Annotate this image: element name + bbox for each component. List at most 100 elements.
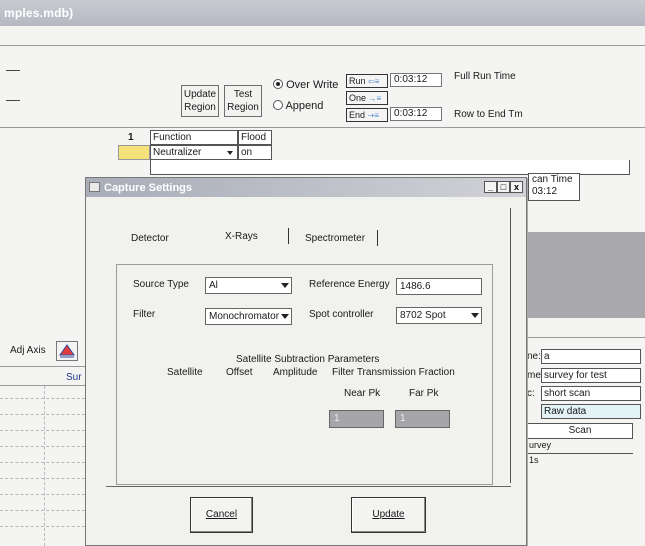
dialog-title-bar[interactable]: Capture Settings _ □ x [86,178,526,197]
dialog-bottom-divider [106,486,511,487]
end-button[interactable]: End ⇢≡ [346,108,388,122]
capture-settings-dialog: Capture Settings _ □ x Detector X-Rays S… [85,177,527,546]
update-button[interactable]: Update [351,497,426,533]
one-button[interactable]: One →≡ [346,91,388,105]
left-row [0,430,85,431]
dialog-title: Capture Settings [104,182,193,194]
full-run-time-field[interactable]: 0:03:12 [390,73,442,87]
close-button[interactable]: x [510,181,523,193]
left-row [0,526,85,527]
full-run-time-label: Full Run Time [454,71,516,82]
tab-separator [288,228,289,244]
left-row [0,462,85,463]
minimize-button[interactable]: _ [484,181,497,193]
amplitude-col-label: Amplitude [273,367,318,378]
one-label: One [349,93,367,103]
far-pk-label: Far Pk [409,388,439,399]
grid-cell-flood[interactable]: on [238,145,272,160]
filter-transmission-label: Filter Transmission Fraction [332,367,455,378]
row-to-end-time-field[interactable]: 0:03:12 [390,107,442,121]
source-type-select[interactable]: Al [205,277,292,294]
offset-col-label: Offset [226,367,253,378]
adj-axis-label: Adj Axis [10,345,46,356]
left-row [0,494,85,495]
test-region-line1: Test [233,89,253,100]
scan-time-cell: can Time 03:12 [528,173,580,201]
left-lower-divider [0,366,85,367]
update-label: Update [372,509,405,520]
reference-energy-input[interactable]: 1486.6 [396,278,482,295]
spot-controller-value: 8702 Spot [400,310,446,321]
menu-divider [0,45,645,46]
right-field-2[interactable]: survey for test [541,368,641,383]
right-scan-row-1[interactable]: urvey [527,440,633,454]
update-region-button[interactable]: Update Region [181,85,219,117]
right-scan-row-2[interactable]: 1s [527,455,633,469]
right-field-4[interactable]: Raw data [541,404,641,419]
append-option[interactable]: Append [273,100,323,112]
run-label: Run [349,76,366,86]
source-type-label: Source Type [133,279,189,290]
left-dash-2 [6,100,20,101]
full-run-time-value: 0:03:12 [394,74,428,85]
grid-col-function: Function [150,130,238,145]
cancel-button[interactable]: Cancel [190,497,253,533]
chevron-down-icon [471,313,479,318]
run-button[interactable]: Run ⇦≡ [346,74,388,88]
filter-value: Monochromator [209,311,280,322]
row-to-end-label: Row to End Tm [454,109,523,120]
dialog-content-border [510,208,511,483]
update-region-line2: Region [184,102,216,113]
right-field-3[interactable]: short scan [541,386,641,401]
reference-energy-label: Reference Energy [309,279,390,290]
maximize-button[interactable]: □ [497,181,510,193]
append-label: Append [285,100,324,112]
overwrite-option[interactable]: Over Write [273,79,338,91]
cancel-label: Cancel [205,509,238,520]
spot-controller-label: Spot controller [309,309,374,320]
chevron-down-icon [281,283,289,288]
right-label-3: c: [527,388,535,399]
near-pk-input[interactable]: 1 [329,410,384,428]
grid-cell-function-value: Neutralizer [153,147,202,158]
tab-xrays[interactable]: X-Rays [225,231,258,242]
axis-icon [59,344,75,358]
grid-dropdown-arrow-icon[interactable] [227,151,233,155]
left-col-divider [44,386,45,546]
right-field-1[interactable]: a [541,349,641,364]
one-icon: →≡ [368,94,382,103]
test-region-button[interactable]: Test Region [224,85,262,117]
chevron-down-icon [281,314,289,319]
test-region-line2: Region [227,102,259,113]
grid-cell-function[interactable]: Neutralizer [150,145,238,160]
sur-header: Sur [66,372,82,383]
far-pk-input[interactable]: 1 [395,410,450,428]
overwrite-radio[interactable] [273,79,283,89]
satellite-params-title: Satellite Subtraction Parameters [236,354,380,365]
left-header-divider [0,385,85,386]
filter-select[interactable]: Monochromator [205,308,292,325]
tab-separator [377,230,378,246]
scan-time-label: can Time [532,174,573,185]
update-region-line1: Update [183,89,217,100]
overwrite-label: Over Write [286,79,339,91]
append-radio[interactable] [273,100,283,110]
left-row [0,478,85,479]
left-row [0,414,85,415]
grid-col-flood: Flood [238,130,272,145]
adj-axis-button[interactable] [56,341,78,361]
right-scan-header: Scan [527,423,633,439]
tab-detector[interactable]: Detector [131,233,169,244]
right-divider [527,337,645,338]
source-type-value: Al [209,280,218,291]
filter-label: Filter [133,309,156,320]
grid-row-selector[interactable] [118,145,150,160]
scan-time-value: 03:12 [532,186,558,197]
right-label-1: ne: [527,351,541,362]
spot-controller-select[interactable]: 8702 Spot [396,307,482,324]
left-row [0,446,85,447]
tab-spectrometer[interactable]: Spectrometer [305,233,365,244]
end-icon: ⇢≡ [367,111,379,120]
main-window-title: mples.mdb) [0,0,645,26]
near-pk-label: Near Pk [344,388,381,399]
